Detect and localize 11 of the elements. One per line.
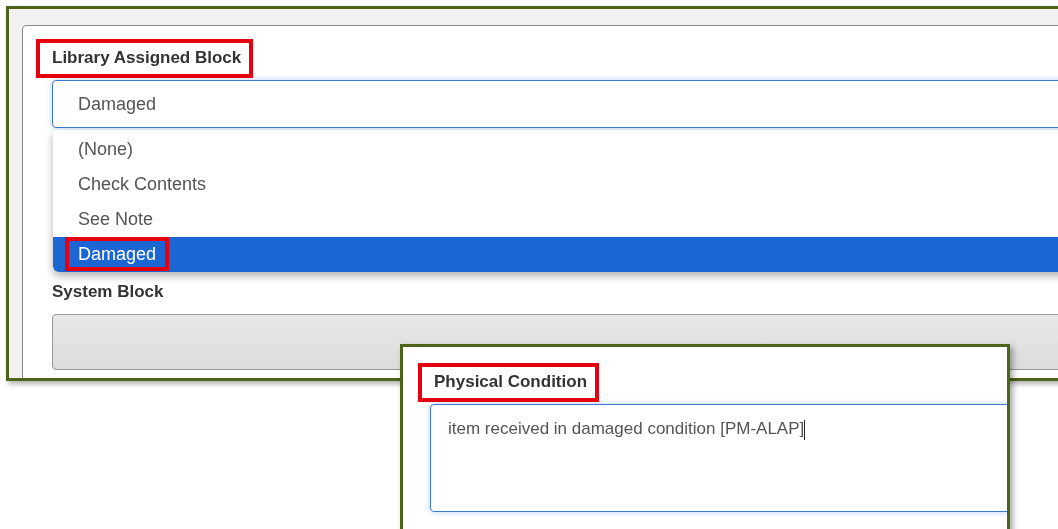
dropdown-option[interactable]: Damaged (53, 237, 1058, 272)
select-field[interactable]: Damaged (52, 80, 1058, 128)
option-text: Damaged (65, 237, 170, 271)
dropdown-option[interactable]: Check Contents (53, 167, 1058, 202)
text-cursor (804, 419, 806, 440)
field-label: Physical Condition (418, 363, 600, 402)
text-area[interactable]: item received in damaged condition [PM-ALAP] (430, 404, 1007, 512)
dropdown-option[interactable]: (None) (53, 132, 1058, 167)
field-label: System Block (51, 281, 165, 303)
dropdown-option[interactable]: See Note (53, 202, 1058, 237)
field-label: Library Assigned Block (36, 39, 254, 78)
